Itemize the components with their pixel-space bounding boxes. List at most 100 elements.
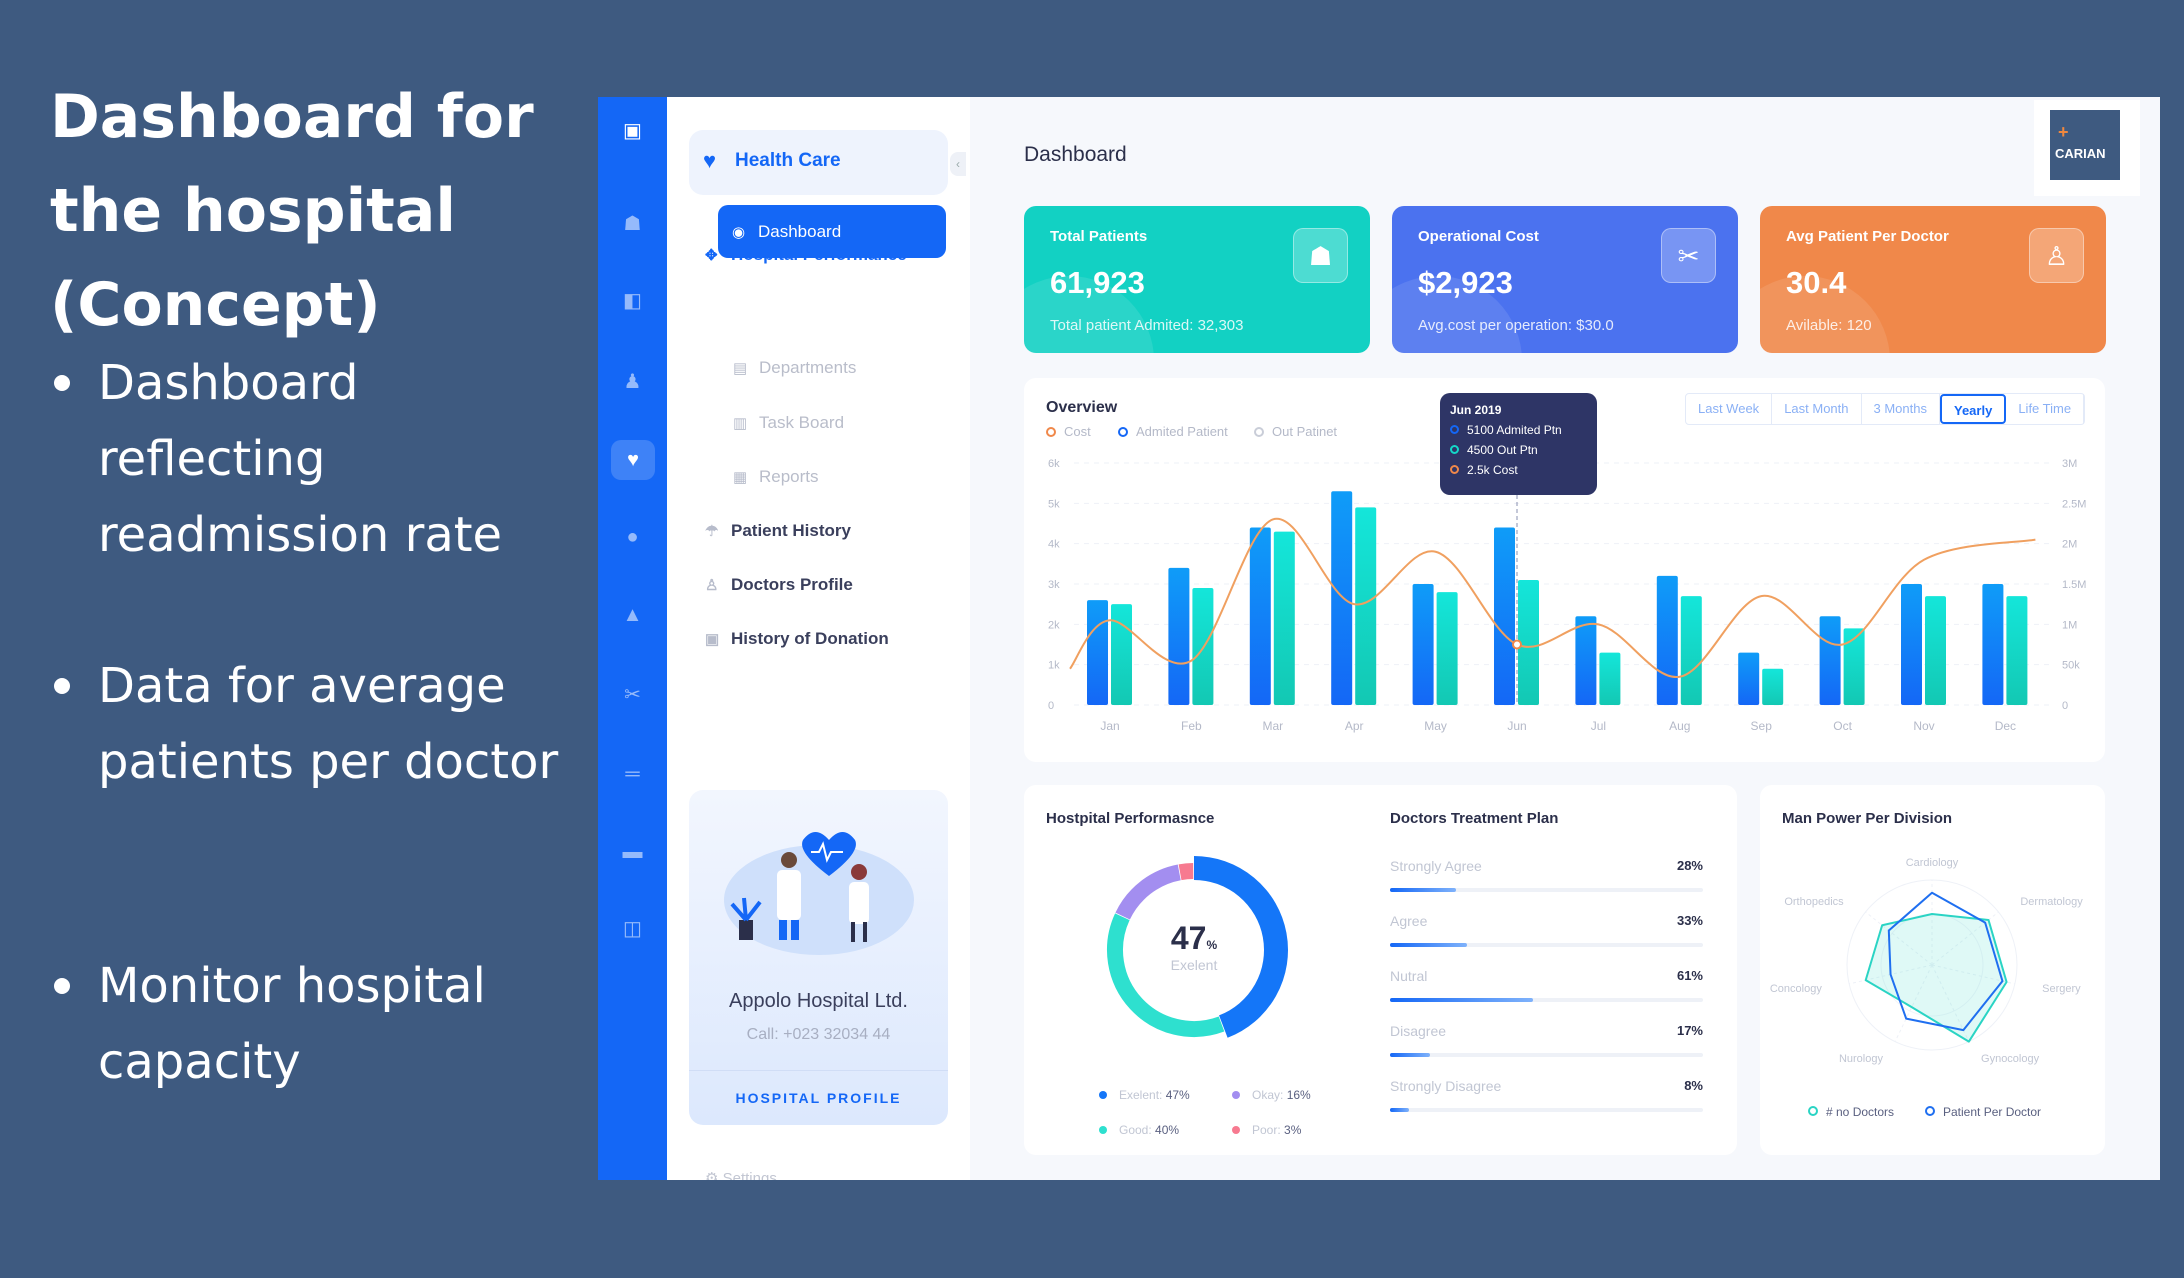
donut-segment-okay (1115, 864, 1182, 920)
treatment-percent: 61% (1676, 968, 1703, 983)
treatment-label: Strongly Agree (1390, 858, 1482, 874)
briefcase-icon[interactable]: ▬ (616, 840, 649, 864)
bar-out-patient-dec (2006, 596, 2028, 705)
legend-label: Admited Patient (1136, 424, 1228, 439)
document-icon: ▤ (733, 360, 748, 377)
tab-yearly[interactable]: Yearly (1940, 394, 2007, 424)
treatment-row: Strongly Disagree 8% (1390, 1078, 1703, 1112)
hospital-profile-button[interactable]: HOSPITAL PROFILE (689, 1070, 948, 1125)
radar-axis-label: Nurology (1839, 1053, 1884, 1065)
tent-icon[interactable]: ▲ (616, 603, 649, 627)
treatment-progress (1390, 888, 1703, 892)
bar-admitted-sep (1738, 652, 1760, 705)
nav-history-of-donation[interactable]: ▣ History of Donation (705, 629, 889, 649)
treatment-progress-fill (1390, 1108, 1409, 1112)
x-tick-label: Jan (1100, 719, 1119, 733)
piggy-bank-icon[interactable]: ● (616, 525, 649, 549)
megaphone-icon[interactable]: ◧ (616, 289, 649, 313)
brand-health-care[interactable]: ♥ Health Care (689, 130, 948, 195)
chart-icon[interactable]: ◫ (616, 917, 649, 941)
scissors-icon[interactable]: ✂ (616, 683, 649, 707)
treatment-percent: 28% (1676, 858, 1703, 873)
x-tick-label: Aug (1669, 719, 1690, 733)
x-tick-label: Nov (1913, 719, 1934, 733)
donut-segment-poor (1178, 863, 1194, 881)
stat-card-avg-patient[interactable]: Avg Patient Per Doctor 30.4 Avilable: 12… (1760, 206, 2106, 353)
bullet-item: Monitor hospital capacity (50, 948, 590, 1100)
nav-settings[interactable]: ⚙ Settings (705, 1169, 777, 1180)
tab-3-months[interactable]: 3 Months (1862, 394, 1940, 424)
page-title: Dashboard (1024, 143, 1127, 166)
treatment-progress (1390, 943, 1703, 947)
manpower-radar: Cardiology Dermatology Sergery Gynocology Nu… (1770, 857, 2083, 1065)
nav-label: Patient History (731, 521, 851, 540)
treatment-percent: 33% (1676, 913, 1703, 928)
bar-admitted-feb (1168, 567, 1190, 705)
nav-task-board[interactable]: ▥ Task Board (733, 413, 844, 433)
treatment-row: Agree 33% (1390, 913, 1703, 947)
treatment-row: Nutral 61% (1390, 968, 1703, 1002)
nav-patient-history[interactable]: ☂ Patient History (705, 521, 851, 541)
nav-label: Dashboard (758, 222, 842, 241)
bar-admitted-jun (1494, 527, 1515, 705)
x-tick-label: Jun (1507, 719, 1526, 733)
card-subtext: Avilable: 120 (1786, 317, 1872, 334)
bar-out-patient-mar (1273, 531, 1295, 705)
treatment-percent: 17% (1676, 1023, 1703, 1038)
y-tick-label: 6k (1048, 458, 1060, 470)
manpower-title: Man Power Per Division (1782, 810, 1953, 827)
bar-out-patient-jan (1111, 604, 1132, 705)
legend-label: Patient Per Doctor (1943, 1105, 2042, 1119)
tab-last-week[interactable]: Last Week (1686, 394, 1773, 424)
tab-life-time[interactable]: Life Time (2006, 394, 2085, 424)
treatment-label: Disagree (1390, 1023, 1447, 1039)
bar-admitted-may (1412, 584, 1434, 705)
legend-out-patient: Out Patinet (1254, 424, 1337, 439)
y-tick-label: 0 (1048, 700, 1054, 712)
bar-out-patient-sep (1762, 668, 1784, 705)
legend-label: # no Doctors (1826, 1105, 1895, 1119)
carian-logo: + CARIAN (2034, 100, 2140, 196)
stat-card-total-patients[interactable]: Total Patients 61,923 Total patient Admi… (1024, 206, 1370, 353)
nav-label: Settings (722, 1170, 777, 1180)
donut-legend-item: Exelent: 47% (1099, 1088, 1190, 1102)
tab-last-month[interactable]: Last Month (1772, 394, 1862, 424)
nav-dashboard[interactable]: ◉ Dashboard (718, 205, 946, 258)
heart-icon: ♥ (703, 148, 717, 173)
nav-departments[interactable]: ▤ Departments (733, 358, 856, 378)
heart-icon[interactable]: ♥ (611, 440, 655, 480)
legend-value: 3% (1284, 1123, 1302, 1137)
icon-sidebar: ▣ ☗ ◧ ♟ ♥ ● ▲ ✂ ═ ▬ ◫ (598, 97, 667, 1180)
legend-label: Good: (1119, 1123, 1152, 1137)
tooltip-text: 5100 Admited Ptn (1467, 423, 1562, 437)
tooltip-title: Jun 2019 (1450, 403, 1502, 417)
y-tick-label: 1k (1048, 660, 1060, 672)
donut-legend-item: Poor: 3% (1232, 1123, 1301, 1137)
app-logo-icon[interactable]: ▣ (616, 119, 649, 143)
y-tick-label: 3k (1048, 579, 1060, 591)
treatment-label: Strongly Disagree (1390, 1078, 1502, 1094)
dashboard-screenshot: ▣ ☗ ◧ ♟ ♥ ● ▲ ✂ ═ ▬ ◫ ♥Health Care ‹ ✥Ho… (598, 97, 2160, 1180)
treatment-progress (1390, 998, 1703, 1002)
bed-icon[interactable]: ═ (616, 762, 649, 786)
donut-value: 47 (1170, 920, 1207, 956)
treatment-progress (1390, 1108, 1703, 1112)
bar-admitted-apr (1331, 491, 1353, 705)
nav-label: Task Board (759, 413, 845, 432)
nav-reports[interactable]: ▦ Reports (733, 467, 819, 487)
y-tick-label: 2k (1048, 619, 1060, 631)
performance-panel: Hostpital Performasnce 47% Exelent Exele… (1024, 785, 1737, 1155)
donut-label: Exelent (1170, 957, 1218, 973)
history-icon: ☂ (705, 523, 719, 540)
treatment-progress-fill (1390, 888, 1456, 892)
collapse-button[interactable]: ‹ (950, 152, 966, 176)
graduation-icon[interactable]: ☗ (616, 212, 649, 236)
radar-axis-label: Concology (1770, 983, 1822, 995)
bar-out-patient-jul (1599, 652, 1621, 705)
card-subtext: Avg.cost per operation: $30.0 (1418, 317, 1614, 334)
user-icon[interactable]: ♟ (616, 370, 649, 394)
chart-tooltip: Jun 2019 5100 Admited Ptn 4500 Out Ptn 2… (1440, 393, 1597, 495)
stat-card-operational-cost[interactable]: Operational Cost $2,923 Avg.cost per ope… (1392, 206, 1738, 353)
doctor-desk-icon: ♙ (2029, 228, 2084, 283)
nav-doctors-profile[interactable]: ♙ Doctors Profile (705, 575, 853, 595)
